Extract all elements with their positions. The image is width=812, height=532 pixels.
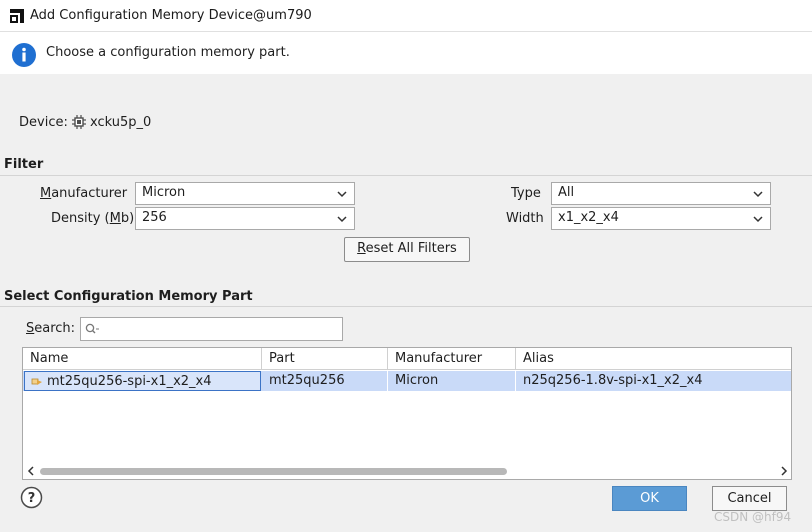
type-select[interactable]: All [551,182,771,205]
column-header-name[interactable]: Name [23,348,262,370]
chevron-down-icon [753,216,763,223]
select-separator [0,306,812,307]
info-message: Choose a configuration memory part. [46,45,290,60]
density-label: Density (Mb) [51,211,135,226]
cell-alias: n25q256-1.8v-spi-x1_x2_x4 [523,373,703,388]
scroll-left-icon[interactable] [26,466,36,476]
title-bar: Add Configuration Memory Device@um790 [0,0,812,32]
cell-part: mt25qu256 [262,371,388,391]
chip-icon [72,115,86,129]
header-area: Choose a configuration memory part. [0,32,812,74]
info-icon [12,43,36,67]
column-header-alias[interactable]: Alias [516,348,791,370]
parts-table: Name Part Manufacturer Alias mt25qu256-s… [22,347,792,480]
ok-button[interactable]: OK [612,486,687,511]
memory-part-icon [31,378,42,385]
search-label: Search: [26,321,76,336]
type-label: Type [511,186,541,201]
help-button[interactable]: ? [20,486,43,509]
manufacturer-value: Micron [142,185,186,200]
width-select[interactable]: x1_x2_x4 [551,207,771,230]
cell-name[interactable]: mt25qu256-spi-x1_x2_x4 [24,371,261,391]
reset-all-filters-button[interactable]: Reset All Filters [344,237,470,262]
manufacturer-label: Manufacturer [40,186,128,201]
watermark: CSDN @hf94 [714,510,792,524]
type-value: All [558,185,575,200]
select-section-title: Select Configuration Memory Part [4,289,253,304]
table-header: Name Part Manufacturer Alias [23,348,791,370]
density-value: 256 [142,210,167,225]
device-label: Device: [19,115,68,130]
width-label: Width [506,211,544,226]
width-value: x1_x2_x4 [558,210,619,225]
density-select[interactable]: 256 [135,207,355,230]
chevron-down-icon [753,191,763,198]
table-row[interactable]: mt25qu256-spi-x1_x2_x4 mt25qu256 Micron … [23,371,791,391]
window-title: Add Configuration Memory Device@um790 [30,8,312,23]
horizontal-scrollbar[interactable] [23,464,791,479]
filter-separator [0,175,812,176]
manufacturer-select[interactable]: Micron [135,182,355,205]
device-value: xcku5p_0 [90,115,152,130]
cell-manufacturer: Micron [388,371,516,391]
cancel-button[interactable]: Cancel [712,486,787,511]
help-icon: ? [28,491,36,506]
chevron-down-icon [337,216,347,223]
app-logo-icon [10,9,24,23]
scrollbar-thumb[interactable] [40,468,507,475]
column-header-manufacturer[interactable]: Manufacturer [388,348,516,370]
scroll-right-icon[interactable] [779,466,789,476]
search-input[interactable] [103,320,339,338]
column-header-part[interactable]: Part [262,348,388,370]
chevron-down-icon [337,191,347,198]
search-box[interactable] [80,317,343,341]
filter-section-title: Filter [4,157,44,172]
search-icon [85,323,99,334]
